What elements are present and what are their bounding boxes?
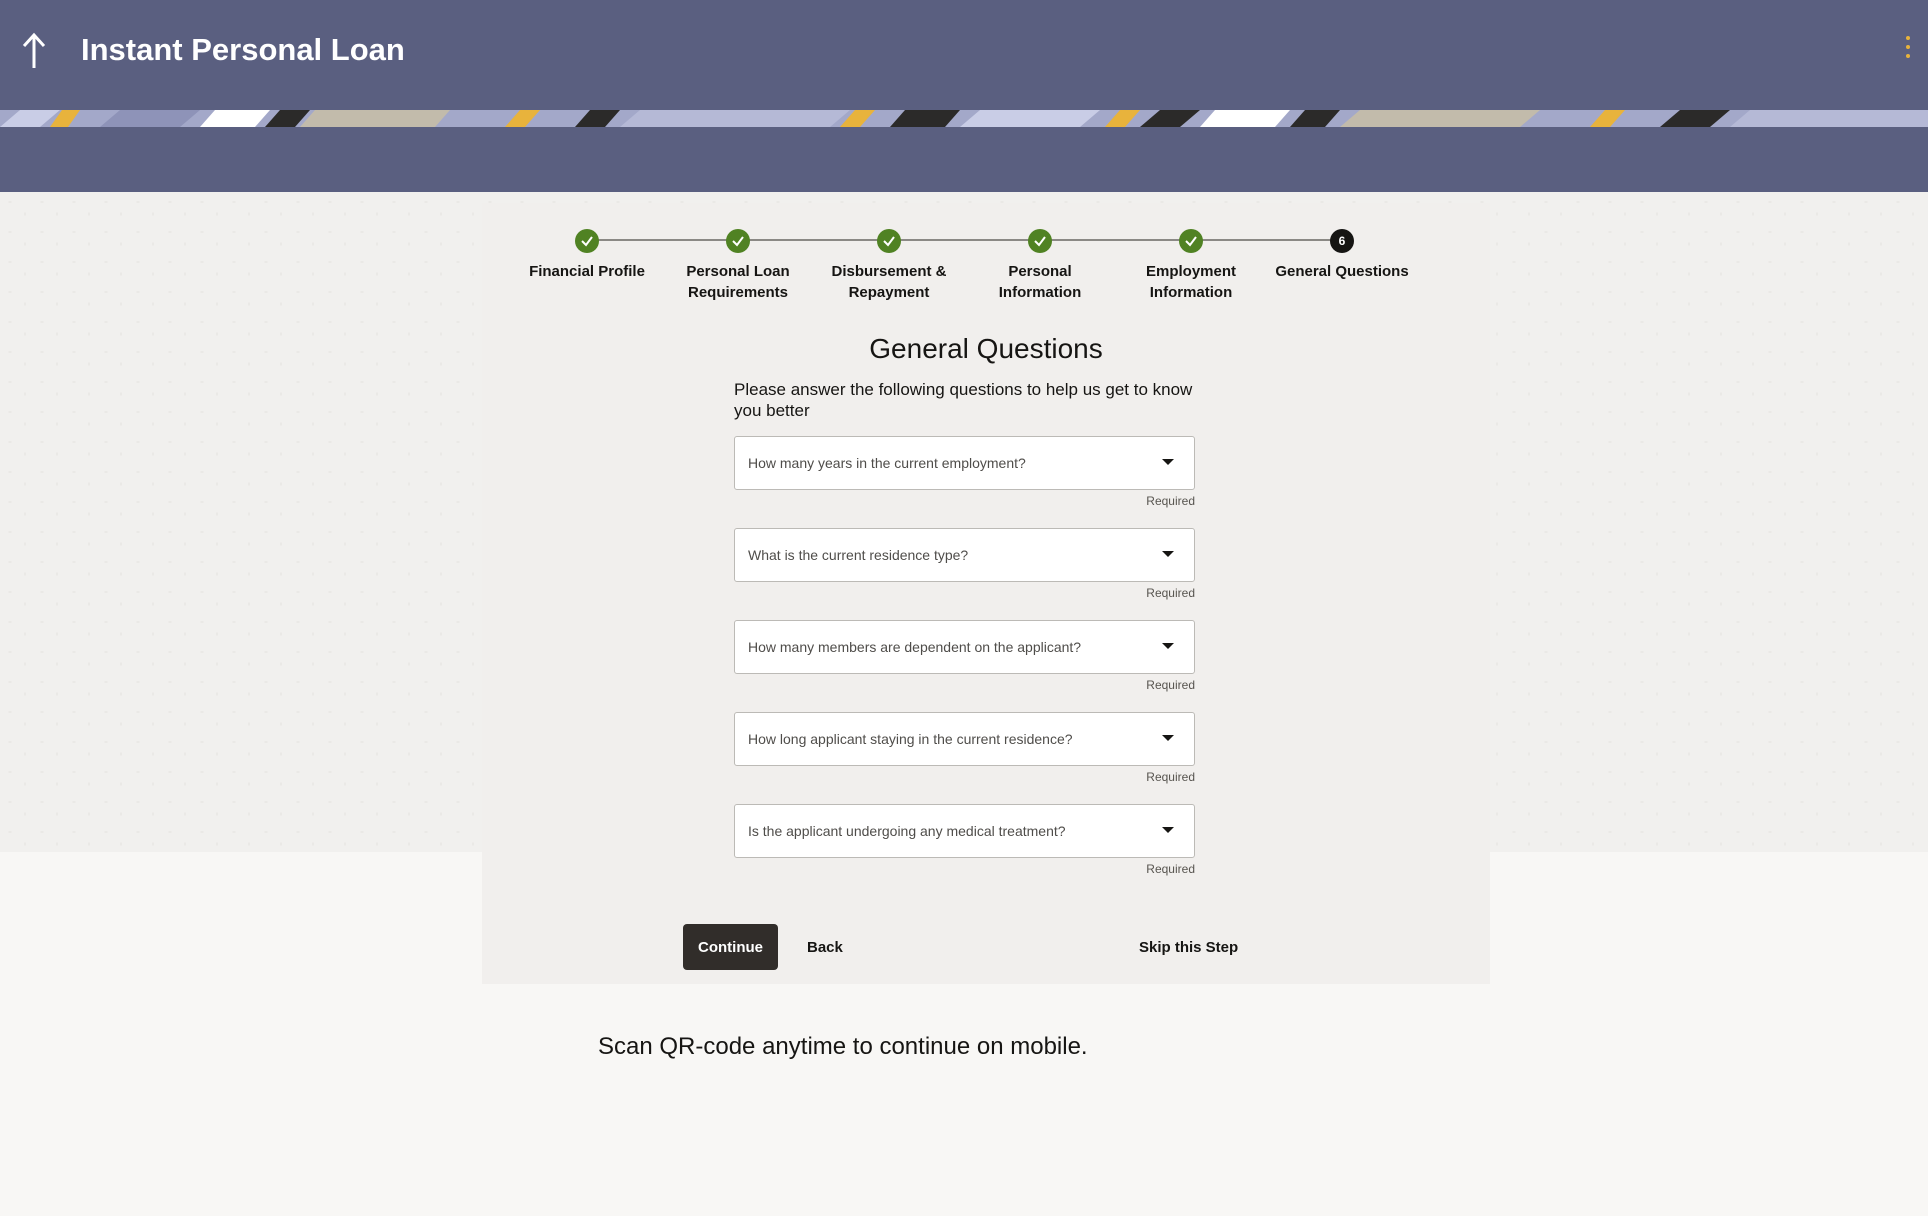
page: Instant Personal Loan Financial Profile … bbox=[0, 0, 1928, 1216]
step-label: Requirements bbox=[687, 284, 789, 301]
years-employment-select[interactable]: How many years in the current employment… bbox=[734, 436, 1195, 490]
caret-down-icon bbox=[1162, 643, 1174, 649]
step-disbursement-repayment[interactable]: Disbursement & Repayment bbox=[814, 225, 964, 303]
progress-stepper: Financial Profile Personal Loan Requireme… bbox=[482, 225, 1490, 325]
continue-button[interactable]: Continue bbox=[683, 924, 778, 970]
medical-treatment-select[interactable]: Is the applicant undergoing any medical … bbox=[734, 804, 1195, 858]
step-label: Repayment bbox=[848, 284, 930, 301]
step-personal-loan-requirements[interactable]: Personal Loan Requirements bbox=[663, 225, 813, 303]
step-personal-information[interactable]: Personal Information bbox=[965, 225, 1115, 303]
select-placeholder: How long applicant staying in the curren… bbox=[748, 731, 1073, 747]
question-residence-type: What is the current residence type? Requ… bbox=[734, 528, 1195, 600]
question-medical-treatment: Is the applicant undergoing any medical … bbox=[734, 804, 1195, 876]
question-dependents: How many members are dependent on the ap… bbox=[734, 620, 1195, 692]
required-hint: Required bbox=[1146, 586, 1195, 600]
dependents-select[interactable]: How many members are dependent on the ap… bbox=[734, 620, 1195, 674]
step-label: Information bbox=[998, 284, 1082, 301]
form-card: Financial Profile Personal Loan Requireme… bbox=[482, 203, 1490, 984]
checkmark-icon bbox=[726, 229, 750, 253]
checkmark-icon bbox=[1028, 229, 1052, 253]
step-label: Information bbox=[1149, 284, 1233, 301]
residence-duration-select[interactable]: How long applicant staying in the curren… bbox=[734, 712, 1195, 766]
step-label: Employment bbox=[1145, 263, 1236, 280]
checkmark-icon bbox=[575, 229, 599, 253]
step-label: General Questions bbox=[1275, 263, 1409, 280]
skip-step-button[interactable]: Skip this Step bbox=[1139, 939, 1238, 956]
step-employment-information[interactable]: Employment Information bbox=[1116, 225, 1266, 303]
required-hint: Required bbox=[1146, 678, 1195, 692]
caret-down-icon bbox=[1162, 735, 1174, 741]
qr-code-prompt: Scan QR-code anytime to continue on mobi… bbox=[598, 1033, 1088, 1060]
select-placeholder: How many members are dependent on the ap… bbox=[748, 639, 1082, 655]
caret-down-icon bbox=[1162, 827, 1174, 833]
step-label: Personal bbox=[1008, 263, 1072, 280]
question-residence-duration: How long applicant staying in the curren… bbox=[734, 712, 1195, 784]
step-label: Disbursement & bbox=[831, 263, 947, 280]
step-label: Personal Loan bbox=[686, 263, 790, 280]
step-general-questions[interactable]: 6 General Questions bbox=[1267, 225, 1417, 282]
app-header: Instant Personal Loan bbox=[0, 0, 1928, 192]
required-hint: Required bbox=[1146, 770, 1195, 784]
up-arrow-icon[interactable] bbox=[18, 30, 50, 70]
select-placeholder: What is the current residence type? bbox=[748, 547, 969, 563]
decorative-banner bbox=[0, 110, 1928, 127]
step-number-badge: 6 bbox=[1330, 229, 1354, 253]
select-placeholder: Is the applicant undergoing any medical … bbox=[748, 823, 1066, 839]
checkmark-icon bbox=[877, 229, 901, 253]
caret-down-icon bbox=[1162, 551, 1174, 557]
question-years-employment: How many years in the current employment… bbox=[734, 436, 1195, 508]
page-title: General Questions bbox=[869, 333, 1103, 364]
residence-type-select[interactable]: What is the current residence type? bbox=[734, 528, 1195, 582]
app-title: Instant Personal Loan bbox=[81, 32, 405, 67]
section-description: Please answer the following questions to… bbox=[734, 380, 1193, 420]
required-hint: Required bbox=[1146, 862, 1195, 876]
back-button[interactable]: Back bbox=[807, 939, 843, 956]
select-placeholder: How many years in the current employment… bbox=[748, 455, 1026, 471]
caret-down-icon bbox=[1162, 459, 1174, 465]
kebab-menu-icon[interactable] bbox=[1900, 36, 1916, 66]
required-hint: Required bbox=[1146, 494, 1195, 508]
step-financial-profile[interactable]: Financial Profile bbox=[512, 225, 662, 282]
step-label: Financial Profile bbox=[529, 263, 645, 280]
checkmark-icon bbox=[1179, 229, 1203, 253]
